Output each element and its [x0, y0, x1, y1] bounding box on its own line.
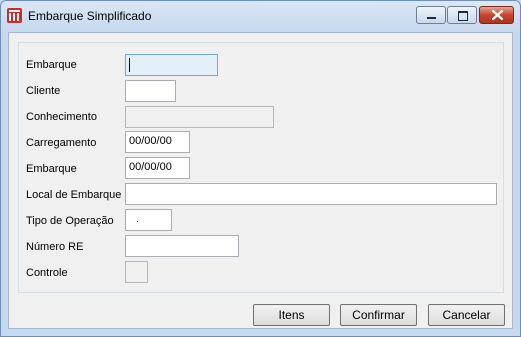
- close-icon: [492, 10, 503, 20]
- cliente-label: Cliente: [26, 85, 61, 97]
- itens-button[interactable]: Itens: [253, 304, 330, 326]
- dialog-body: Embarque Cliente Conhecimento Carregamen…: [8, 32, 513, 329]
- text-caret: [129, 58, 130, 72]
- local-embarque-input[interactable]: [125, 183, 497, 205]
- embarque-input[interactable]: [125, 54, 218, 76]
- carregamento-label: Carregamento: [26, 137, 97, 149]
- tipo-operacao-label: Tipo de Operação: [26, 215, 114, 227]
- title-bar[interactable]: Embarque Simplificado: [1, 1, 520, 31]
- app-icon: [7, 8, 22, 23]
- embarque-date-input[interactable]: 00/00/00: [125, 157, 190, 179]
- numero-re-input[interactable]: [125, 235, 239, 257]
- carregamento-date-input[interactable]: 00/00/00: [125, 131, 190, 153]
- numero-re-label: Número RE: [26, 241, 84, 253]
- maximize-icon: [458, 11, 468, 21]
- form-group: [18, 42, 504, 293]
- maximize-button[interactable]: [447, 6, 477, 24]
- close-button[interactable]: [479, 6, 514, 24]
- embarque-label: Embarque: [26, 59, 77, 71]
- window-title: Embarque Simplificado: [28, 9, 152, 23]
- conhecimento-label: Conhecimento: [26, 111, 97, 123]
- conhecimento-input: [125, 106, 274, 128]
- minimize-button[interactable]: [416, 6, 446, 24]
- local-embarque-label: Local de Embarque: [26, 189, 122, 201]
- minimize-icon: [427, 17, 436, 19]
- cancelar-button[interactable]: Cancelar: [428, 304, 505, 326]
- tipo-operacao-input[interactable]: .: [125, 209, 172, 231]
- dialog-window: Embarque Simplificado Embarque Cliente C…: [0, 0, 521, 337]
- cliente-input[interactable]: [125, 80, 176, 102]
- embarque-date-label: Embarque: [26, 163, 77, 175]
- controle-label: Controle: [26, 267, 68, 279]
- controle-input: [125, 261, 148, 283]
- confirmar-button[interactable]: Confirmar: [340, 304, 417, 326]
